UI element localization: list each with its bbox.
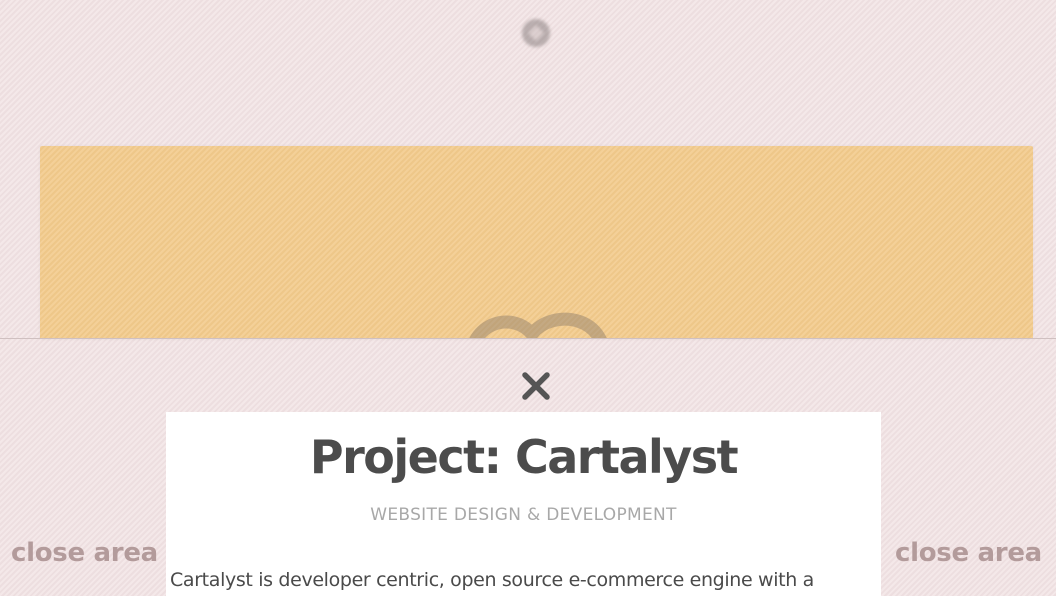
close-area-left[interactable]: close area <box>11 538 158 568</box>
project-banner <box>40 146 1033 339</box>
project-art-icon <box>468 312 607 339</box>
logo-icon[interactable] <box>519 16 553 50</box>
divider <box>0 338 1056 339</box>
project-description: Cartalyst is developer centric, open sou… <box>170 569 814 591</box>
project-panel: Project: Cartalyst WEBSITE DESIGN & DEVE… <box>166 412 881 596</box>
close-icon[interactable] <box>519 369 553 403</box>
project-subtitle: WEBSITE DESIGN & DEVELOPMENT <box>370 505 677 525</box>
close-area-right[interactable]: close area <box>895 538 1042 568</box>
project-title: Project: Cartalyst <box>309 430 739 484</box>
